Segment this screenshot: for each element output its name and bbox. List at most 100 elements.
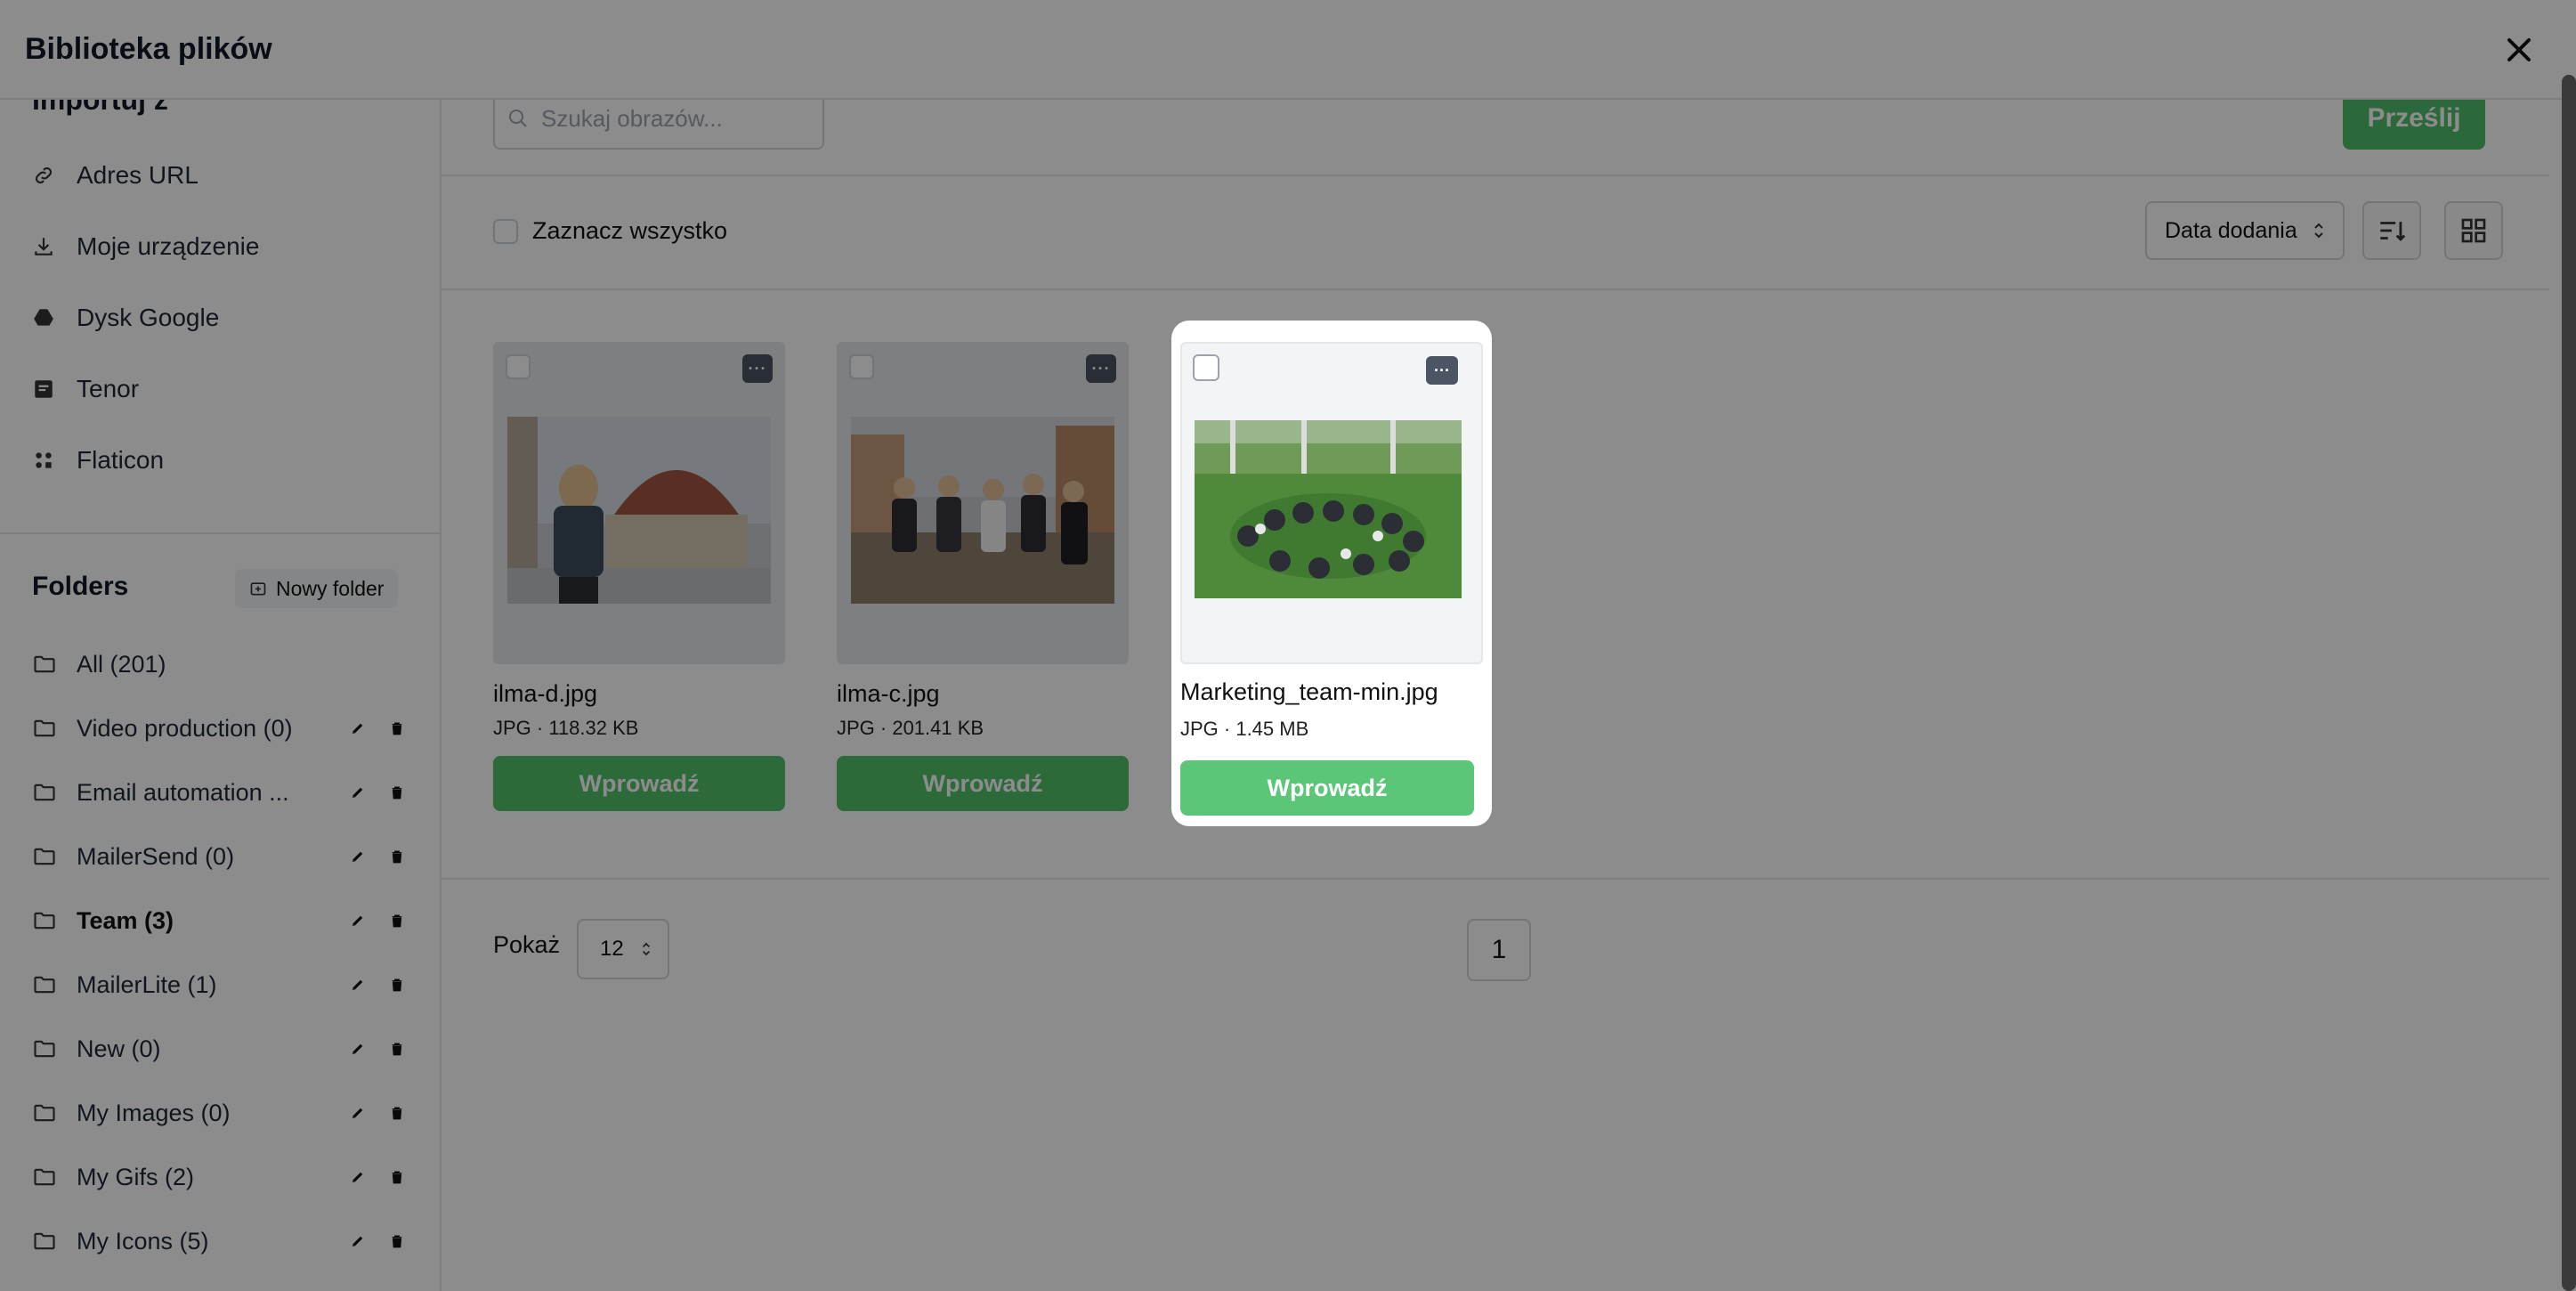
delete-folder-button[interactable] (388, 976, 406, 994)
edit-folder-button[interactable] (349, 719, 367, 737)
folder-label: My Icons (5) (77, 1227, 209, 1254)
show-label: Pokaż (493, 931, 561, 958)
search-icon (509, 110, 527, 127)
file-checkbox[interactable] (849, 354, 874, 379)
trash-icon (392, 1235, 402, 1248)
delete-folder-button[interactable] (388, 848, 406, 865)
folder-label: New (0) (77, 1035, 161, 1062)
folder-icon (34, 1104, 55, 1122)
edit-folder-button[interactable] (349, 784, 367, 801)
edit-folder-button[interactable] (349, 1232, 367, 1250)
file-thumbnail[interactable]: ··· (493, 342, 785, 664)
source-flaticon[interactable]: Flaticon (32, 435, 164, 485)
folder-icon (34, 719, 55, 737)
file-card: ··· ilma-d.jpg JPG · 118.32 KB Wprowadź (493, 342, 785, 811)
highlighted-file-card: ··· Marketing_team-min.jpg JPG · 1.45 MB… (1171, 321, 1492, 826)
per-page-select[interactable]: 12 (577, 919, 669, 979)
sort-descending-icon (2380, 222, 2406, 241)
new-folder-button[interactable]: Nowy folder (235, 569, 399, 608)
per-page-value: 12 (600, 937, 624, 961)
source-tenor[interactable]: Tenor (32, 364, 139, 414)
flaticon-icon (36, 452, 52, 468)
delete-folder-button[interactable] (388, 912, 406, 930)
file-name: ilma-d.jpg (493, 680, 598, 707)
insert-button[interactable]: Wprowadź (837, 756, 1129, 811)
more-options-button[interactable]: ··· (1086, 354, 1116, 383)
search-input[interactable] (541, 104, 808, 133)
import-heading: Importuj z (32, 100, 168, 116)
folder-item[interactable]: Email automation ... (32, 767, 406, 817)
source-google-drive[interactable]: Dysk Google (32, 293, 219, 343)
edit-icon (352, 851, 363, 862)
source-tenor-label: Tenor (77, 375, 140, 402)
file-checkbox[interactable] (1193, 354, 1219, 381)
folder-item[interactable]: My Gifs (2) (32, 1152, 406, 1202)
trash-icon (392, 978, 402, 992)
new-folder-label: Nowy folder (276, 576, 385, 600)
scrollbar[interactable] (2562, 75, 2576, 1291)
folder-icon (34, 655, 55, 673)
file-card: ··· ilma-c.jpg JPG · 201.41 KB Wprowadź (837, 342, 1129, 811)
edit-folder-button[interactable] (349, 1104, 367, 1122)
edit-icon (352, 1172, 363, 1182)
grid-view-button[interactable] (2444, 201, 2503, 260)
page-button-current[interactable]: 1 (1467, 919, 1531, 981)
edit-icon (352, 1108, 363, 1118)
photo-team-lawn (1195, 420, 1462, 598)
file-checkbox[interactable] (506, 354, 531, 379)
delete-folder-button[interactable] (388, 784, 406, 801)
edit-folder-button[interactable] (349, 848, 367, 865)
folder-item[interactable]: MailerSend (0) (32, 832, 406, 881)
select-all[interactable]: Zaznacz wszystko (493, 217, 727, 245)
source-url-label: Adres URL (77, 161, 198, 189)
close-icon (2507, 38, 2531, 61)
folder-item[interactable]: New (0) (32, 1024, 406, 1074)
source-device[interactable]: Moje urządzenie (32, 222, 259, 272)
download-icon (35, 238, 53, 256)
insert-button[interactable]: Wprowadź (493, 756, 785, 811)
trash-icon (392, 1107, 402, 1120)
file-thumbnail[interactable]: ··· (837, 342, 1129, 664)
delete-folder-button[interactable] (388, 719, 406, 737)
sort-select[interactable]: Data dodania (2145, 201, 2345, 260)
link-icon (35, 166, 53, 184)
edit-folder-button[interactable] (349, 976, 367, 994)
sort-order-button[interactable] (2362, 201, 2421, 260)
delete-folder-button[interactable] (388, 1040, 406, 1058)
sidebar-divider (0, 532, 440, 534)
edit-icon (352, 723, 363, 734)
delete-folder-button[interactable] (388, 1232, 406, 1250)
folder-label: MailerSend (0) (77, 842, 235, 870)
delete-folder-button[interactable] (388, 1168, 406, 1186)
folder-item[interactable]: MailerLite (1) (32, 960, 406, 1010)
folder-icon (34, 912, 55, 930)
source-url[interactable]: Adres URL (32, 150, 198, 200)
edit-folder-button[interactable] (349, 912, 367, 930)
folder-item[interactable]: Team (3) (32, 896, 406, 946)
select-arrows-icon (2314, 223, 2323, 239)
delete-folder-button[interactable] (388, 1104, 406, 1122)
more-options-button[interactable]: ··· (742, 354, 773, 383)
edit-icon (352, 979, 363, 990)
folder-label: Team (3) (77, 906, 174, 934)
edit-folder-button[interactable] (349, 1040, 367, 1058)
folder-icon (34, 1040, 55, 1058)
folder-item[interactable]: Video production (0) (32, 703, 406, 753)
google-drive-icon (34, 309, 53, 326)
select-all-checkbox[interactable] (493, 218, 518, 244)
close-button[interactable] (2496, 27, 2542, 73)
folder-item[interactable]: My Icons (5) (32, 1216, 406, 1266)
edit-folder-button[interactable] (349, 1168, 367, 1186)
folder-icon (34, 784, 55, 801)
photo-cathedral (507, 417, 771, 604)
folder-item[interactable]: My Images (0) (32, 1088, 406, 1138)
trash-icon (392, 722, 402, 735)
folder-actions (349, 784, 406, 801)
insert-button[interactable]: Wprowadź (1180, 760, 1474, 816)
pagination-divider (441, 878, 2549, 880)
more-options-button[interactable]: ··· (1426, 356, 1458, 385)
folder-label: Email automation ... (77, 778, 289, 806)
trash-icon (392, 850, 402, 864)
folder-actions (349, 1104, 406, 1122)
folder-item[interactable]: All (201) (32, 639, 406, 689)
